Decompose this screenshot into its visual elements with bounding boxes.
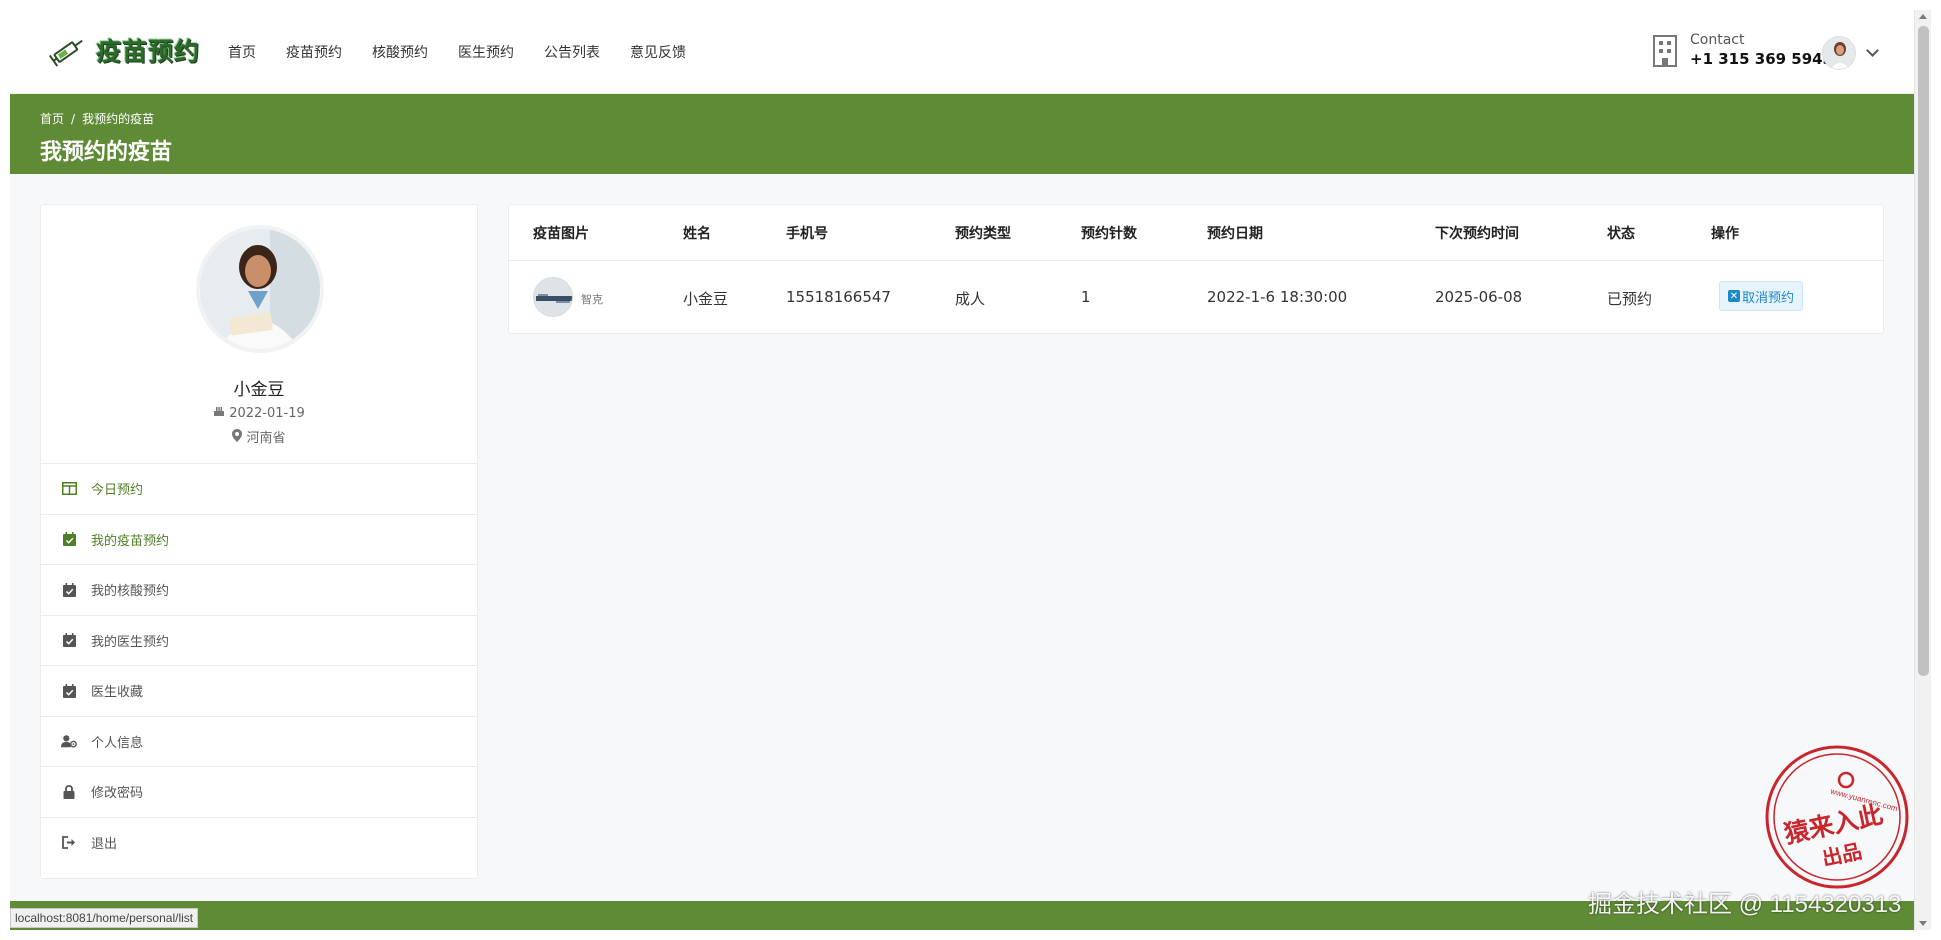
- lock-icon: [61, 784, 77, 800]
- brand-name: 疫苗预约: [96, 37, 201, 66]
- table-row: 智克 小金豆 15518166547 成人 1 2022-1-6 18:30:0…: [509, 261, 1883, 334]
- menu-logout[interactable]: 退出: [41, 816, 477, 868]
- breadcrumb: 首页 / 我预约的疫苗: [40, 110, 154, 127]
- nav-feedback[interactable]: 意见反馈: [630, 42, 686, 62]
- browser-viewport: 疫苗预约 首页 疫苗预约 核酸预约 医生预约 公告列表 意见反馈 Contact…: [10, 10, 1914, 930]
- page-banner: 首页 / 我预约的疫苗 我预约的疫苗: [10, 94, 1914, 174]
- col-date: 预约日期: [1207, 226, 1263, 242]
- col-action: 操作: [1711, 226, 1739, 242]
- menu-today-appointments[interactable]: 今日预约: [41, 463, 477, 514]
- menu-label: 我的医生预约: [91, 634, 170, 650]
- scrollbar-thumb[interactable]: [1918, 26, 1929, 676]
- col-dose: 预约针数: [1081, 226, 1137, 242]
- cancel-label: 取消预约: [1742, 290, 1795, 306]
- user-gear-icon: [61, 733, 77, 749]
- cell-type: 成人: [955, 290, 986, 308]
- menu-doctor-favorites[interactable]: 医生收藏: [41, 665, 477, 716]
- profile-avatar: [196, 225, 324, 353]
- nav-vaccine[interactable]: 疫苗预约: [286, 42, 342, 62]
- vaccine-thumbnail: [533, 277, 573, 317]
- col-vaccine-image: 疫苗图片: [533, 226, 589, 242]
- table-header: 疫苗图片 姓名 手机号 预约类型 预约针数 预约日期 下次预约时间 状态 操作: [509, 205, 1883, 261]
- breadcrumb-current: 我预约的疫苗: [82, 112, 155, 126]
- stamp-text-bottom: 出品: [1820, 839, 1864, 871]
- nav-notices[interactable]: 公告列表: [544, 42, 600, 62]
- avatar-image: [1823, 37, 1855, 69]
- menu-label: 修改密码: [91, 786, 144, 802]
- account-menu: 今日预约 我的疫苗预约 我的核酸预约 我的医生预约 医生收藏 个人信息 修改密码…: [41, 463, 477, 867]
- calendar-check-icon: [61, 683, 77, 699]
- site-header: 疫苗预约 首页 疫苗预约 核酸预约 医生预约 公告列表 意见反馈 Contact…: [10, 10, 1914, 94]
- nav-nucleic[interactable]: 核酸预约: [372, 42, 428, 62]
- user-avatar[interactable]: [1822, 36, 1856, 70]
- profile-sidebar: 小金豆 2022-01-19 河南省 今日预约 我的疫苗预约 我的核酸预约 我的…: [40, 204, 478, 879]
- vaccine-caption: 智克: [581, 293, 603, 306]
- watermark: 掘金技术社区 @ 1154320313: [1588, 891, 1902, 918]
- layout-icon: [61, 481, 77, 497]
- profile-name: 小金豆: [233, 380, 285, 400]
- calendar-check-icon: [61, 632, 77, 648]
- cell-next: 2025-06-08: [1435, 288, 1523, 306]
- breadcrumb-separator: /: [71, 112, 76, 126]
- doctor-portrait: [200, 229, 320, 349]
- menu-my-doctor[interactable]: 我的医生预约: [41, 614, 477, 666]
- menu-label: 今日预约: [91, 483, 144, 499]
- scroll-down-icon[interactable]: [1919, 921, 1927, 926]
- cell-name: 小金豆: [683, 290, 729, 308]
- contact-block: Contact +1 315 369 5943: [1650, 32, 1833, 68]
- col-name: 姓名: [683, 226, 711, 242]
- menu-my-nucleic[interactable]: 我的核酸预约: [41, 564, 477, 615]
- main-nav: 首页 疫苗预约 核酸预约 医生预约 公告列表 意见反馈: [228, 42, 716, 62]
- menu-label: 我的疫苗预约: [91, 533, 170, 549]
- nav-home[interactable]: 首页: [228, 42, 256, 62]
- nav-doctor[interactable]: 医生预约: [458, 42, 514, 62]
- scroll-up-icon[interactable]: [1919, 14, 1927, 19]
- chevron-down-icon[interactable]: [1866, 44, 1879, 57]
- cancel-appointment-button[interactable]: ✕ 取消预约: [1719, 281, 1804, 311]
- page-scrollbar[interactable]: [1914, 10, 1931, 930]
- col-phone: 手机号: [786, 226, 828, 242]
- contact-label: Contact: [1690, 32, 1745, 48]
- profile-location-row: 河南省: [41, 427, 477, 446]
- cell-date: 2022-1-6 18:30:00: [1207, 288, 1348, 306]
- appointments-table: 疫苗图片 姓名 手机号 预约类型 预约针数 预约日期 下次预约时间 状态 操作 …: [508, 204, 1884, 334]
- cell-status: 已预约: [1607, 290, 1653, 308]
- syringe-icon: [48, 39, 83, 67]
- profile-birthday: 2022-01-19: [229, 406, 305, 421]
- col-status: 状态: [1607, 226, 1635, 242]
- stamp-text-top: 猿来入此: [1781, 800, 1886, 849]
- stamp-seal: www.yuanrenc.com 猿来入此 出品: [1765, 745, 1909, 889]
- calendar-check-icon: [61, 582, 77, 598]
- menu-label: 个人信息: [91, 735, 144, 751]
- col-next: 下次预约时间: [1435, 226, 1519, 242]
- profile-location: 河南省: [246, 431, 286, 446]
- profile-birthday-row: 2022-01-19: [41, 405, 477, 421]
- menu-label: 医生收藏: [91, 685, 144, 701]
- status-bar-url: localhost:8081/home/personal/list: [10, 908, 199, 928]
- birthday-cake-icon: [213, 405, 225, 421]
- page-title: 我预约的疫苗: [40, 140, 173, 165]
- map-pin-icon: [232, 429, 243, 446]
- sign-out-icon: [61, 834, 77, 850]
- menu-label: 我的核酸预约: [91, 584, 170, 600]
- close-icon: ✕: [1728, 290, 1740, 302]
- menu-label: 退出: [91, 836, 118, 852]
- building-icon: [1653, 35, 1677, 67]
- calendar-check-icon: [61, 531, 77, 547]
- cell-phone: 15518166547: [786, 288, 891, 306]
- contact-phone: +1 315 369 5943: [1690, 50, 1834, 68]
- breadcrumb-home[interactable]: 首页: [40, 112, 64, 126]
- menu-change-password[interactable]: 修改密码: [41, 766, 477, 817]
- cell-dose: 1: [1081, 288, 1091, 306]
- menu-personal-info[interactable]: 个人信息: [41, 715, 477, 767]
- col-type: 预约类型: [955, 226, 1011, 242]
- site-logo[interactable]: 疫苗预约: [48, 32, 200, 68]
- menu-my-vaccine[interactable]: 我的疫苗预约: [41, 513, 477, 565]
